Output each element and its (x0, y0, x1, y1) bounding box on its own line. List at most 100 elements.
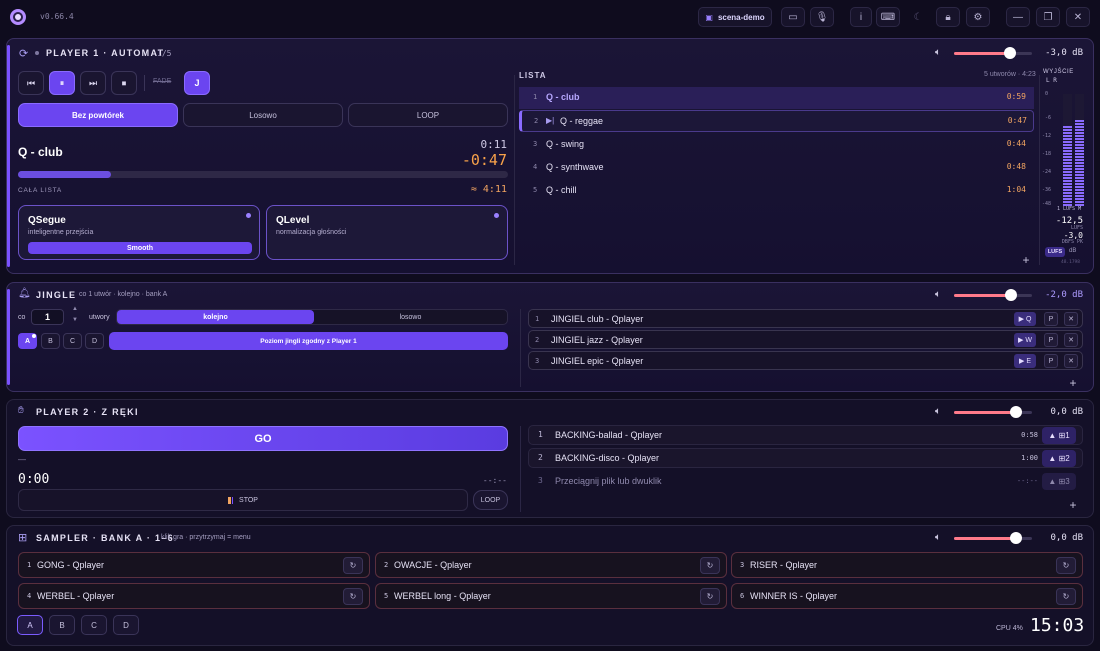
volume-knob[interactable] (1010, 406, 1023, 418)
stepper-up-icon[interactable]: ▲ (72, 306, 78, 312)
theme-button[interactable]: ☾ (906, 7, 930, 27)
add-jingle-button[interactable]: + (1065, 375, 1081, 391)
settings-button[interactable]: ⚙ (966, 7, 990, 27)
sampler-volume-slider[interactable] (954, 532, 1032, 544)
sample-pad-reload-button[interactable]: ↻ (343, 557, 363, 574)
picture-in-picture-button[interactable]: ▭ (781, 7, 805, 27)
sample-pad[interactable]: 2 OWACJE - Qplayer ↻ (375, 552, 727, 578)
jingle-preview-button[interactable]: P (1044, 333, 1058, 347)
track-progress-bar[interactable] (18, 171, 508, 178)
stop-icon: ⏹ (121, 77, 127, 88)
playlist-row-duration: 0:47 (1007, 116, 1027, 125)
playlist-row[interactable]: 5 Q - chill 1:04 (519, 180, 1034, 202)
qsegue-card[interactable]: QSegue inteligentne przejścia Smooth (18, 205, 260, 260)
qsegue-mode-button[interactable]: Smooth (28, 242, 252, 254)
meter-channels: L R (1046, 77, 1057, 84)
playlist-row[interactable]: 3 Q - swing 0:44 (519, 134, 1034, 156)
fade-button[interactable]: FADE (153, 78, 171, 85)
sample-pad-reload-button[interactable]: ↻ (343, 588, 363, 605)
jingle-remove-button[interactable]: ✕ (1064, 354, 1078, 368)
previous-button[interactable]: ⏮ (18, 71, 44, 95)
playlist-row[interactable]: 1 Q - club 0:59 (519, 87, 1034, 109)
jingle-row[interactable]: 3 JINGIEL epic - Qplayer ▶ E P ✕ (528, 351, 1083, 370)
jingle-row[interactable]: 2 JINGIEL jazz - Qplayer ▶ W P ✕ (528, 330, 1083, 349)
hand-icon: ✋︎ (18, 405, 24, 416)
meter-db-toggle[interactable]: dB (1069, 248, 1076, 254)
every-count-input[interactable]: 1 (31, 309, 64, 325)
sample-pad[interactable]: 3 RISER - Qplayer ↻ (731, 552, 1083, 578)
player2-loop-button[interactable]: LOOP (473, 490, 508, 510)
microphone-button[interactable]: 🎙︎ (810, 7, 834, 27)
stepper-down-icon[interactable]: ▼ (72, 317, 78, 323)
meter-scale-tick: -36 (1042, 187, 1052, 193)
sample-pad[interactable]: 1 GONG - Qplayer ↻ (18, 552, 370, 578)
add-backing-button[interactable]: + (1065, 497, 1081, 513)
jingle-hotkey-button[interactable]: ▶ Q (1014, 312, 1036, 326)
sample-pad[interactable]: 4 WERBEL - Qplayer ↻ (18, 583, 370, 609)
meter-lufs-toggle[interactable]: LUFS (1045, 247, 1065, 257)
order-sequential-button[interactable]: kolejno (117, 310, 314, 324)
volume-knob[interactable] (1004, 289, 1017, 301)
pause-button[interactable]: ⏸ (49, 71, 75, 95)
jingle-volume-slider[interactable] (954, 289, 1032, 301)
jingle-toggle-button[interactable]: J (184, 71, 210, 95)
next-button[interactable]: ⏭ (80, 71, 106, 95)
backing-row[interactable]: 2 BACKING-disco - Qplayer 1:00 ▲ ⊞2 (528, 448, 1083, 468)
mode-no-repeat-button[interactable]: Bez powtórek (18, 103, 178, 127)
close-button[interactable]: ✕ (1066, 7, 1090, 27)
playlist-row-next[interactable]: 2 ▶| Q - reggae 0:47 (519, 110, 1034, 132)
jingle-row[interactable]: 1 JINGIEL club - Qplayer ▶ Q P ✕ (528, 309, 1083, 328)
sampler-bank-b-button[interactable]: B (49, 615, 75, 635)
app-version: v0.66.4 (40, 12, 74, 21)
sampler-bank-c-button[interactable]: C (81, 615, 107, 635)
scene-button[interactable]: ▣ scena-demo (698, 7, 772, 27)
sampler-bank-a-button[interactable]: A (17, 615, 43, 635)
minimize-button[interactable]: — (1006, 7, 1030, 27)
player2-stop-button[interactable]: STOP (18, 489, 468, 511)
stop-button[interactable]: ⏹ (111, 71, 137, 95)
qlevel-card[interactable]: QLevel normalizacja głośności (266, 205, 508, 260)
info-icon: i (859, 11, 863, 23)
jingle-hotkey-button[interactable]: ▶ E (1014, 354, 1036, 368)
backing-hotkey-button[interactable]: ▲ ⊞1 (1042, 427, 1076, 444)
jingle-hotkey-button[interactable]: ▶ W (1014, 333, 1036, 347)
volume-knob[interactable] (1004, 47, 1017, 59)
sample-pad-reload-button[interactable]: ↻ (700, 588, 720, 605)
reload-icon: ↻ (706, 561, 714, 570)
info-button[interactable]: i (850, 7, 872, 27)
add-track-button[interactable]: + (1018, 252, 1034, 268)
mode-random-button[interactable]: Losowo (183, 103, 343, 127)
jingle-remove-button[interactable]: ✕ (1064, 333, 1078, 347)
playlist-row-title: Q - chill (546, 185, 577, 195)
backing-hotkey-button[interactable]: ▲ ⊞3 (1042, 473, 1076, 490)
restore-button[interactable]: ❐ (1036, 7, 1060, 27)
sample-pad[interactable]: 5 WERBEL long - Qplayer ↻ (375, 583, 727, 609)
jingle-bank-d-button[interactable]: D (85, 333, 104, 349)
jingle-bank-b-button[interactable]: B (41, 333, 60, 349)
playlist-row[interactable]: 4 Q - synthwave 0:48 (519, 157, 1034, 179)
sample-pad-reload-button[interactable]: ↻ (1056, 557, 1076, 574)
backing-row[interactable]: 1 BACKING-ballad - Qplayer 0:58 ▲ ⊞1 (528, 425, 1083, 445)
player1-volume-slider[interactable] (954, 47, 1032, 59)
lock-icon: 🔒︎ (945, 11, 951, 23)
jingle-bank-c-button[interactable]: C (63, 333, 82, 349)
jingle-preview-button[interactable]: P (1044, 354, 1058, 368)
jingle-level-sync-button[interactable]: Poziom jingli zgodny z Player 1 (109, 332, 508, 350)
lock-button[interactable]: 🔒︎ (936, 7, 960, 27)
sample-pad-reload-button[interactable]: ↻ (700, 557, 720, 574)
volume-icon: 🔈︎ (935, 532, 941, 543)
keyboard-button[interactable]: ⌨ (876, 7, 900, 27)
jingle-preview-button[interactable]: P (1044, 312, 1058, 326)
sample-pad-reload-button[interactable]: ↻ (1056, 588, 1076, 605)
order-random-button[interactable]: losowo (314, 310, 507, 324)
jingle-remove-button[interactable]: ✕ (1064, 312, 1078, 326)
volume-knob[interactable] (1010, 532, 1023, 544)
player2-volume-slider[interactable] (954, 406, 1032, 418)
sampler-bank-d-button[interactable]: D (113, 615, 139, 635)
sample-pad[interactable]: 6 WINNER IS - Qplayer ↻ (731, 583, 1083, 609)
backing-hotkey-button[interactable]: ▲ ⊞2 (1042, 450, 1076, 467)
volume-icon: 🔈︎ (935, 406, 941, 417)
go-button[interactable]: GO (18, 426, 508, 451)
mode-loop-button[interactable]: LOOP (348, 103, 508, 127)
backing-drop-row[interactable]: 3 Przeciągnij plik lub dwuklik --:-- ▲ ⊞… (528, 471, 1083, 491)
